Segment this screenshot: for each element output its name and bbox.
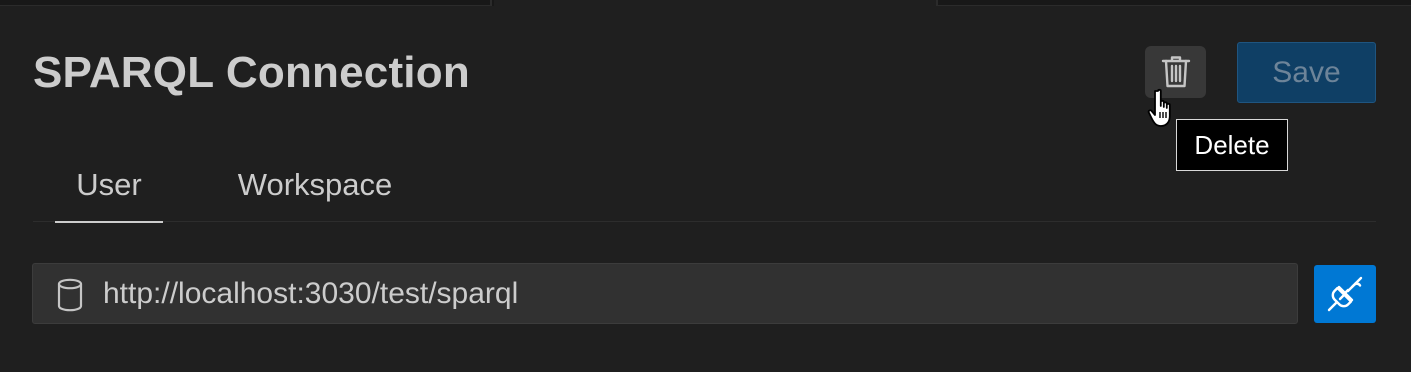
- save-button[interactable]: Save: [1237, 42, 1376, 103]
- tab-user[interactable]: User: [55, 148, 163, 223]
- page-title: SPARQL Connection: [33, 48, 470, 97]
- endpoint-url-field[interactable]: [32, 263, 1298, 324]
- tab-workspace[interactable]: Workspace: [220, 148, 410, 222]
- editor-tab-strip: [0, 0, 1411, 6]
- scope-tabs: User Workspace: [33, 148, 1376, 223]
- delete-button[interactable]: [1145, 46, 1206, 98]
- editor-tab-inactive-right[interactable]: [936, 0, 1411, 6]
- settings-panel: SPARQL Connection Save Delete User Works…: [0, 0, 1411, 372]
- connect-button[interactable]: [1314, 265, 1376, 323]
- database-icon: [57, 278, 83, 312]
- endpoint-url-input[interactable]: [103, 264, 1283, 323]
- editor-tab-inactive-left[interactable]: [0, 0, 492, 6]
- trash-icon: [1161, 56, 1190, 88]
- plug-icon: [1327, 276, 1363, 312]
- editor-tab-active[interactable]: [494, 0, 936, 6]
